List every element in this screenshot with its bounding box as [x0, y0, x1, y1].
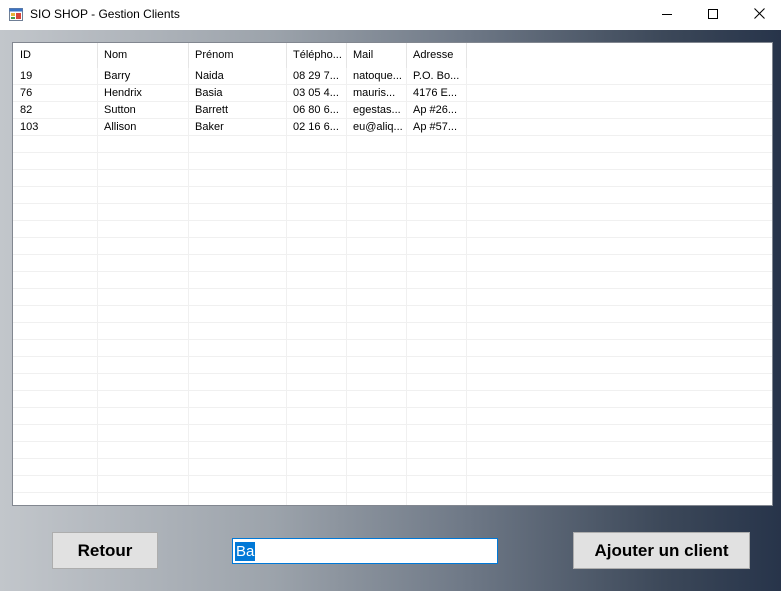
close-icon [753, 6, 765, 24]
table-cell[interactable]: Hendrix [97, 85, 188, 102]
grid-row-line [13, 288, 772, 289]
clients-grid[interactable]: ID Nom Prénom Télépho... Mail Adresse 19 Barry N… [12, 42, 773, 506]
close-button[interactable] [736, 0, 781, 30]
grid-row-line [13, 271, 772, 272]
table-cell[interactable]: 19 [13, 68, 97, 85]
grid-row-line [13, 441, 772, 442]
column-header[interactable]: Mail [346, 43, 406, 68]
column-header[interactable]: Télépho... [286, 43, 346, 68]
table-cell[interactable]: 06 80 6... [286, 102, 346, 119]
maximize-button[interactable] [690, 0, 736, 30]
table-cell[interactable]: Barry [97, 68, 188, 85]
table-row[interactable]: 103 Allison Baker 02 16 6... eu@aliq... Ap #5… [13, 119, 772, 136]
grid-row-line [13, 220, 772, 221]
table-cell[interactable]: egestas... [346, 102, 406, 119]
grid-row-line [13, 339, 772, 340]
search-text: Ba [235, 541, 256, 561]
table-cell[interactable]: 4176 E... [406, 85, 466, 102]
grid-row-line [13, 254, 772, 255]
grid-row-line [13, 152, 772, 153]
back-button[interactable]: Retour [52, 532, 158, 569]
table-cell[interactable]: Baker [188, 119, 286, 136]
table-cell[interactable]: Barrett [188, 102, 286, 119]
grid-row-line [13, 356, 772, 357]
table-row[interactable]: 19 Barry Naida 08 29 7... natoque... P.O. Bo.… [13, 68, 772, 85]
grid-row-line [13, 458, 772, 459]
column-header[interactable]: Prénom [188, 43, 286, 68]
table-cell[interactable]: mauris... [346, 85, 406, 102]
grid-row-line [13, 305, 772, 306]
table-cell[interactable]: 02 16 6... [286, 119, 346, 136]
minimize-button[interactable] [644, 0, 690, 30]
title-bar: SIO SHOP - Gestion Clients [0, 0, 781, 30]
search-field[interactable]: Ba [232, 538, 498, 564]
table-cell[interactable]: Sutton [97, 102, 188, 119]
table-cell[interactable]: natoque... [346, 68, 406, 85]
app-form-icon [9, 8, 23, 21]
table-cell[interactable]: 103 [13, 119, 97, 136]
table-cell[interactable]: 76 [13, 85, 97, 102]
table-cell[interactable]: P.O. Bo... [406, 68, 466, 85]
table-row[interactable]: 82 Sutton Barrett 06 80 6... egestas... Ap #2… [13, 102, 772, 119]
grid-row-line [13, 475, 772, 476]
grid-row-line [13, 407, 772, 408]
table-cell[interactable]: 82 [13, 102, 97, 119]
table-cell[interactable]: eu@aliq... [346, 119, 406, 136]
add-client-button[interactable]: Ajouter un client [573, 532, 750, 569]
column-header[interactable]: Adresse [406, 43, 466, 68]
table-row[interactable]: 76 Hendrix Basia 03 05 4... mauris... 4176 E.… [13, 85, 772, 102]
grid-row-line [13, 237, 772, 238]
window-title: SIO SHOP - Gestion Clients [30, 7, 180, 21]
maximize-icon [708, 6, 718, 24]
grid-row-line [13, 169, 772, 170]
grid-header: ID Nom Prénom Télépho... Mail Adresse [13, 43, 772, 68]
grid-row-line [13, 390, 772, 391]
minimize-icon [662, 6, 672, 24]
column-separator[interactable] [466, 43, 467, 68]
grid-row-line [13, 203, 772, 204]
grid-row-line [13, 424, 772, 425]
client-area: ID Nom Prénom Télépho... Mail Adresse 19 Barry N… [0, 30, 781, 591]
table-cell[interactable]: 08 29 7... [286, 68, 346, 85]
table-cell[interactable]: Basia [188, 85, 286, 102]
column-header[interactable]: Nom [97, 43, 188, 68]
grid-row-line [13, 373, 772, 374]
table-cell[interactable]: Allison [97, 119, 188, 136]
table-cell[interactable]: Naida [188, 68, 286, 85]
grid-row-line [13, 492, 772, 493]
grid-row-line [13, 186, 772, 187]
column-header[interactable]: ID [13, 43, 97, 68]
table-cell[interactable]: Ap #26... [406, 102, 466, 119]
grid-row-line [13, 322, 772, 323]
table-cell[interactable]: 03 05 4... [286, 85, 346, 102]
table-cell[interactable]: Ap #57... [406, 119, 466, 136]
